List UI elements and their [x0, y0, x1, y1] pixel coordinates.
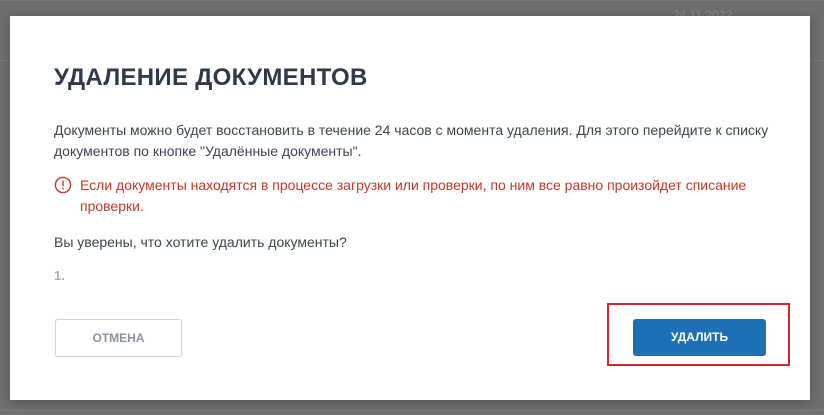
cancel-button[interactable]: ОТМЕНА — [55, 319, 182, 357]
dialog-title: УДАЛЕНИЕ ДОКУМЕНТОВ — [54, 64, 368, 91]
dialog-info-text: Документы можно будет восстановить в теч… — [54, 122, 769, 159]
delete-button[interactable]: УДАЛИТЬ — [633, 319, 766, 356]
background-divider — [0, 410, 824, 411]
background-divider — [0, 0, 824, 1]
dialog-warning: Если документы находятся в процессе загр… — [54, 175, 774, 217]
warning-text: Если документы находятся в процессе загр… — [80, 177, 747, 214]
delete-documents-dialog: УДАЛЕНИЕ ДОКУМЕНТОВ Документы можно буде… — [10, 16, 810, 400]
document-list-item: 1. — [54, 268, 65, 283]
info-circle-icon — [54, 176, 72, 194]
confirmation-question: Вы уверены, что хотите удалить документы… — [54, 234, 347, 250]
